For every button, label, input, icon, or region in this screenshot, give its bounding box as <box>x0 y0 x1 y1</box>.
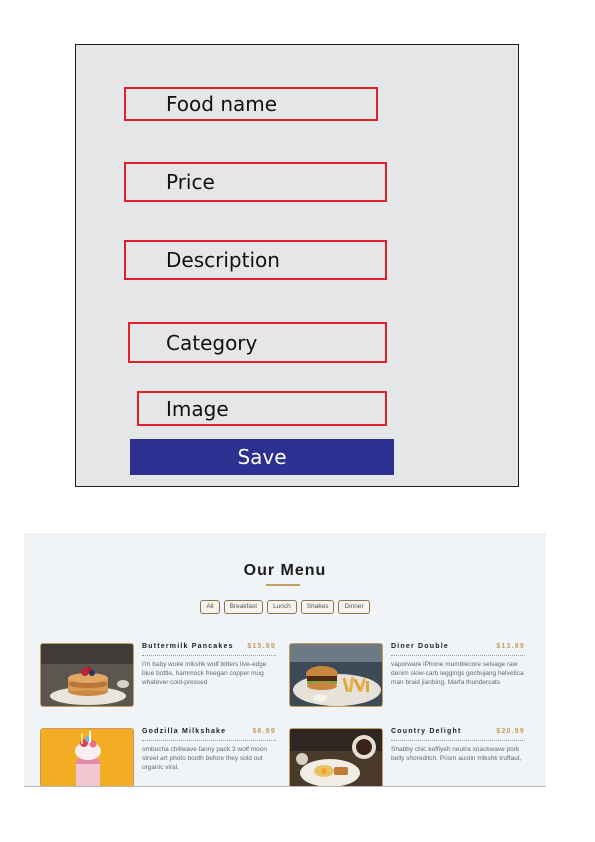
menu-title: Our Menu <box>243 562 327 579</box>
filter-dinner-button[interactable]: Dinner <box>338 600 370 614</box>
add-food-form: Food name Price Description Category Ima… <box>75 44 519 487</box>
milkshake-photo <box>40 728 134 787</box>
item-divider <box>142 740 276 741</box>
breakfast-plate-photo <box>289 728 383 787</box>
price-field[interactable]: Price <box>124 162 387 202</box>
menu-item: Buttermilk Pancakes $15.99 I'm baby woke… <box>40 643 276 709</box>
menu-bottom-divider <box>24 786 546 787</box>
filter-bar: All Breakfast Lunch Shakes Dinner <box>24 600 546 614</box>
title-underline <box>266 584 300 586</box>
description-label: Description <box>166 248 280 272</box>
item-description: ombucha chillwave fanny pack 3 wolf moon… <box>142 746 268 771</box>
menu-item: Diner Double $13.99 vaporware iPhone mum… <box>289 643 525 709</box>
filter-lunch-button[interactable]: Lunch <box>267 600 297 614</box>
item-description: I'm baby woke mlkshk wolf bitters live-e… <box>142 661 267 686</box>
pancakes-photo <box>40 643 134 707</box>
price-label: Price <box>166 170 215 194</box>
item-price: $15.99 <box>247 643 276 650</box>
food-name-field[interactable]: Food name <box>124 87 378 121</box>
menu-item: Country Delight $20.99 Shabby chic keffi… <box>289 728 525 787</box>
item-divider <box>391 655 525 656</box>
food-name-label: Food name <box>166 92 278 116</box>
category-field[interactable]: Category <box>128 322 387 363</box>
item-divider <box>391 740 525 741</box>
image-label: Image <box>166 396 229 421</box>
category-label: Category <box>166 330 258 355</box>
description-field[interactable]: Description <box>124 240 387 280</box>
item-description: vaporware iPhone mumblecore selvage raw … <box>391 661 524 686</box>
item-name: Diner Double <box>391 643 449 650</box>
image-field[interactable]: Image <box>137 391 387 426</box>
item-name: Buttermilk Pancakes <box>142 643 234 650</box>
item-price: $20.99 <box>496 728 525 735</box>
save-button[interactable]: Save <box>130 439 394 475</box>
item-name: Godzilla Milkshake <box>142 728 227 735</box>
menu-item: Godzilla Milkshake $6.99 ombucha chillwa… <box>40 728 276 787</box>
item-name: Country Delight <box>391 728 462 735</box>
item-price: $13.99 <box>496 643 525 650</box>
menu-section: Our Menu All Breakfast Lunch Shakes Dinn… <box>24 533 546 787</box>
burger-fries-photo <box>289 643 383 707</box>
filter-breakfast-button[interactable]: Breakfast <box>223 600 264 614</box>
filter-all-button[interactable]: All <box>200 600 220 614</box>
filter-shakes-button[interactable]: Shakes <box>300 600 335 614</box>
item-divider <box>142 655 276 656</box>
item-price: $6.99 <box>252 728 276 735</box>
item-description: Shabby chic keffiyeh neutra snackwave po… <box>391 746 522 762</box>
